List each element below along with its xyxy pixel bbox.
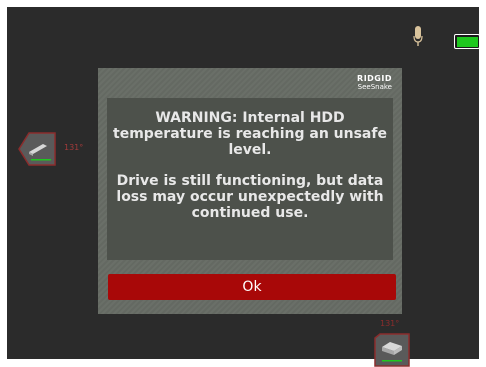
ridgid-logo: RIDGID SeeSnake — [352, 74, 392, 91]
microphone-icon — [413, 26, 423, 46]
bottom-temperature-label: 131° — [380, 319, 400, 328]
product-name: SeeSnake — [357, 83, 392, 91]
brand-name: RIDGID — [357, 74, 392, 83]
warning-text: WARNING: Internal HDD temperature is rea… — [113, 110, 387, 158]
battery-icon — [454, 34, 484, 49]
warning-detail-text: Drive is still functioning, but data los… — [116, 173, 384, 221]
heading-indicator-icon — [374, 333, 410, 367]
warning-message: WARNING: Internal HDD temperature is rea… — [113, 110, 387, 221]
tilt-indicator-icon — [18, 132, 56, 166]
ok-button[interactable]: Ok — [108, 274, 396, 300]
left-temperature-label: 131° — [64, 143, 84, 152]
warning-dialog: RIDGID SeeSnake WARNING: Internal HDD te… — [98, 68, 402, 314]
message-panel: WARNING: Internal HDD temperature is rea… — [107, 98, 393, 260]
battery-level — [457, 37, 478, 47]
